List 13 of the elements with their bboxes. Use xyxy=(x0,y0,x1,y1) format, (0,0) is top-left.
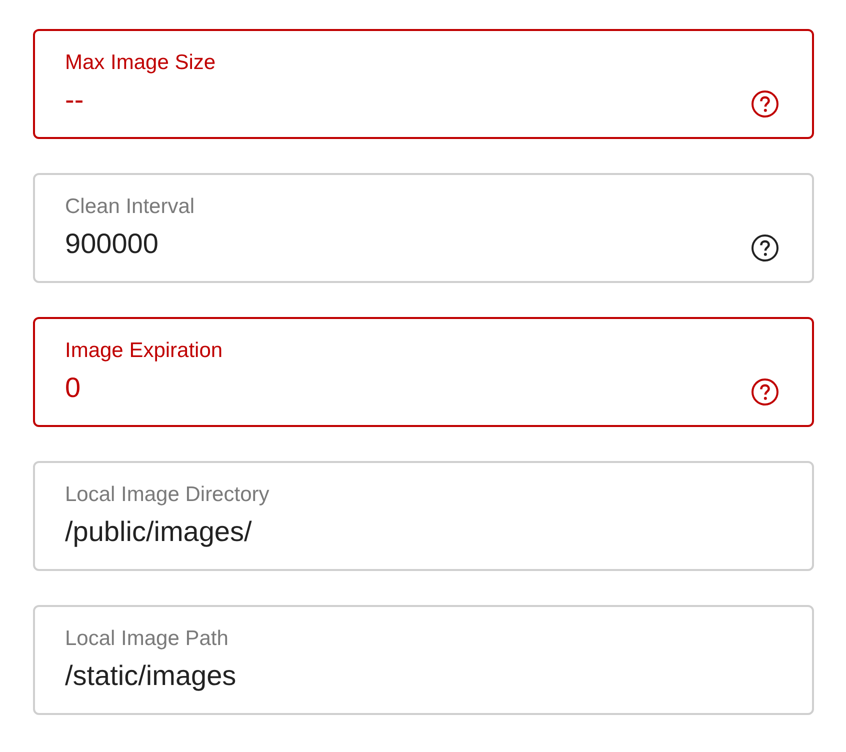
help-icon[interactable] xyxy=(751,90,779,118)
value-input[interactable]: -- xyxy=(65,81,112,119)
field-label: Local Image Path xyxy=(65,626,230,652)
field-label: Image Expiration xyxy=(65,338,224,364)
field-label: Clean Interval xyxy=(65,194,196,220)
value-input[interactable]: /static/images xyxy=(65,657,299,695)
field-label: Max Image Size xyxy=(65,50,217,76)
value-input[interactable]: /public/images/ xyxy=(65,513,314,551)
value-input[interactable]: 900000 xyxy=(65,225,174,263)
field-label: Local Image Directory xyxy=(65,482,270,508)
help-icon[interactable] xyxy=(751,378,779,406)
help-icon[interactable] xyxy=(751,234,779,262)
value-input[interactable]: 0 xyxy=(65,369,96,407)
